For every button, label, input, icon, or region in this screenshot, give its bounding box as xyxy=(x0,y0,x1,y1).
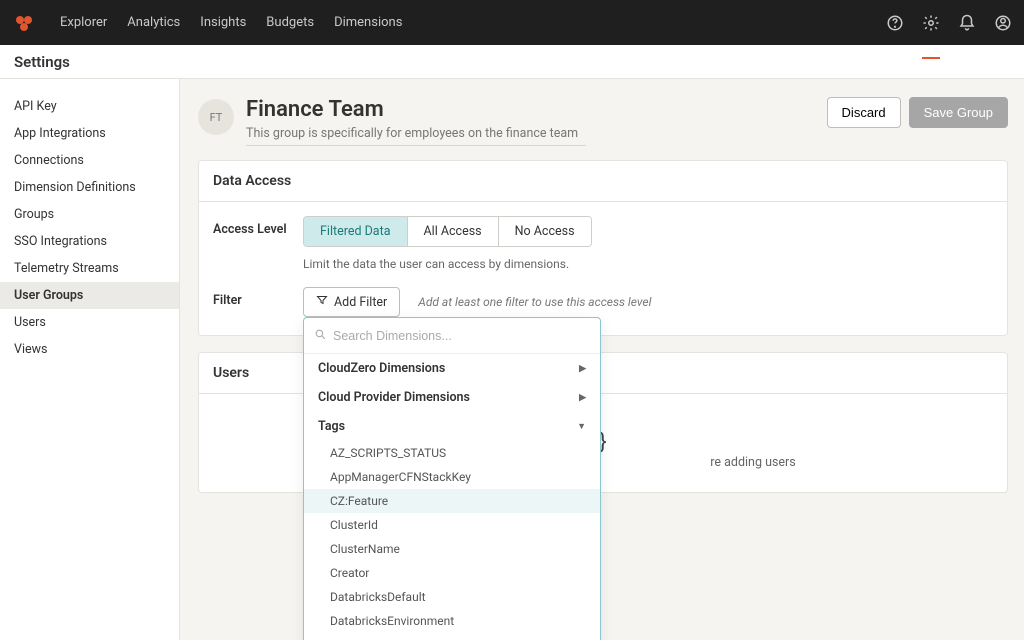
dd-item[interactable]: AZ_SCRIPTS_STATUS xyxy=(304,441,600,465)
logo-icon xyxy=(12,11,36,35)
dimension-dropdown: CloudZero Dimensions ▶ Cloud Provider Di… xyxy=(303,317,601,640)
filter-hint: Add at least one filter to use this acce… xyxy=(418,295,651,309)
dd-item[interactable]: AppManagerCFNStackKey xyxy=(304,465,600,489)
segment-no-access[interactable]: No Access xyxy=(499,217,591,246)
group-header: FT Finance Team This group is specifical… xyxy=(198,97,1008,146)
sidebar-item-dimensiondefs[interactable]: Dimension Definitions xyxy=(0,174,179,201)
chevron-right-icon: ▶ xyxy=(579,393,586,403)
sidebar-item-appintegrations[interactable]: App Integrations xyxy=(0,120,179,147)
sidebar-item-telemetry[interactable]: Telemetry Streams xyxy=(0,255,179,282)
avatar: FT xyxy=(198,99,234,135)
dropdown-search xyxy=(304,318,600,354)
filter-row: Filter Add Filter Add at least one filte… xyxy=(213,287,993,317)
page-title: Settings xyxy=(14,53,70,71)
add-filter-button[interactable]: Add Filter xyxy=(303,287,400,317)
data-access-card: Data Access Access Level Filtered Data A… xyxy=(198,160,1008,336)
sidebar-item-connections[interactable]: Connections xyxy=(0,147,179,174)
dropdown-search-input[interactable] xyxy=(333,329,590,343)
group-title-block: Finance Team This group is specifically … xyxy=(246,97,586,146)
gear-icon[interactable] xyxy=(922,14,940,32)
titlebar: Settings xyxy=(0,45,1024,79)
filter-icon xyxy=(316,294,328,310)
bell-icon[interactable] xyxy=(958,14,976,32)
header-buttons: Discard Save Group xyxy=(827,97,1008,128)
dd-section-label: Cloud Provider Dimensions xyxy=(318,390,470,405)
nav-analytics[interactable]: Analytics xyxy=(127,15,180,30)
top-nav: Explorer Analytics Insights Budgets Dime… xyxy=(60,15,402,30)
save-group-button[interactable]: Save Group xyxy=(909,97,1008,128)
dd-section-cloudprovider[interactable]: Cloud Provider Dimensions ▶ xyxy=(304,383,600,412)
dd-item[interactable]: Creator xyxy=(304,561,600,585)
topbar: Explorer Analytics Insights Budgets Dime… xyxy=(0,0,1024,45)
data-access-heading: Data Access xyxy=(199,161,1007,202)
segment-filtered-data[interactable]: Filtered Data xyxy=(304,217,408,246)
filter-label: Filter xyxy=(213,287,303,308)
sidebar-item-groups[interactable]: Groups xyxy=(0,201,179,228)
main: FT Finance Team This group is specifical… xyxy=(180,79,1024,640)
dd-item[interactable]: CZ:Feature xyxy=(304,489,600,513)
users-empty-text: re adding users xyxy=(710,455,795,470)
nav-insights[interactable]: Insights xyxy=(200,15,246,30)
user-icon[interactable] xyxy=(994,14,1012,32)
access-level-segmented: Filtered Data All Access No Access xyxy=(303,216,592,247)
sidebar-item-usergroups[interactable]: User Groups xyxy=(0,282,179,309)
group-title[interactable]: Finance Team xyxy=(246,97,586,122)
chevron-right-icon: ▶ xyxy=(579,364,586,374)
dd-section-tags[interactable]: Tags ▼ xyxy=(304,412,600,441)
dd-item[interactable]: DatabricksEnvironment xyxy=(304,609,600,633)
dd-section-cloudzero[interactable]: CloudZero Dimensions ▶ xyxy=(304,354,600,383)
dd-item[interactable]: ClusterName xyxy=(304,537,600,561)
sidebar-item-users[interactable]: Users xyxy=(0,309,179,336)
chevron-down-icon: ▼ xyxy=(577,421,586,432)
nav-dimensions[interactable]: Dimensions xyxy=(334,15,402,30)
dd-item[interactable]: DatabricksDefault xyxy=(304,585,600,609)
nav-explorer[interactable]: Explorer xyxy=(60,15,107,30)
help-icon[interactable] xyxy=(886,14,904,32)
sidebar-item-views[interactable]: Views xyxy=(0,336,179,363)
sidebar-item-sso[interactable]: SSO Integrations xyxy=(0,228,179,255)
group-subtitle[interactable]: This group is specifically for employees… xyxy=(246,126,586,146)
discard-button[interactable]: Discard xyxy=(827,97,901,128)
search-icon xyxy=(314,326,327,345)
dd-section-label: CloudZero Dimensions xyxy=(318,361,445,376)
dd-section-label: Tags xyxy=(318,419,345,434)
dd-item[interactable]: ClusterId xyxy=(304,513,600,537)
dd-item[interactable]: Hello xyxy=(304,633,600,640)
segment-all-access[interactable]: All Access xyxy=(408,217,499,246)
access-level-label: Access Level xyxy=(213,216,303,237)
sidebar-item-apikey[interactable]: API Key xyxy=(0,93,179,120)
access-level-row: Access Level Filtered Data All Access No… xyxy=(213,216,993,271)
nav-budgets[interactable]: Budgets xyxy=(266,15,314,30)
access-level-hint: Limit the data the user can access by di… xyxy=(303,257,993,271)
topbar-right xyxy=(886,14,1012,32)
settings-sidebar: API Key App Integrations Connections Dim… xyxy=(0,79,180,640)
layout: API Key App Integrations Connections Dim… xyxy=(0,79,1024,640)
add-filter-label: Add Filter xyxy=(334,295,387,310)
